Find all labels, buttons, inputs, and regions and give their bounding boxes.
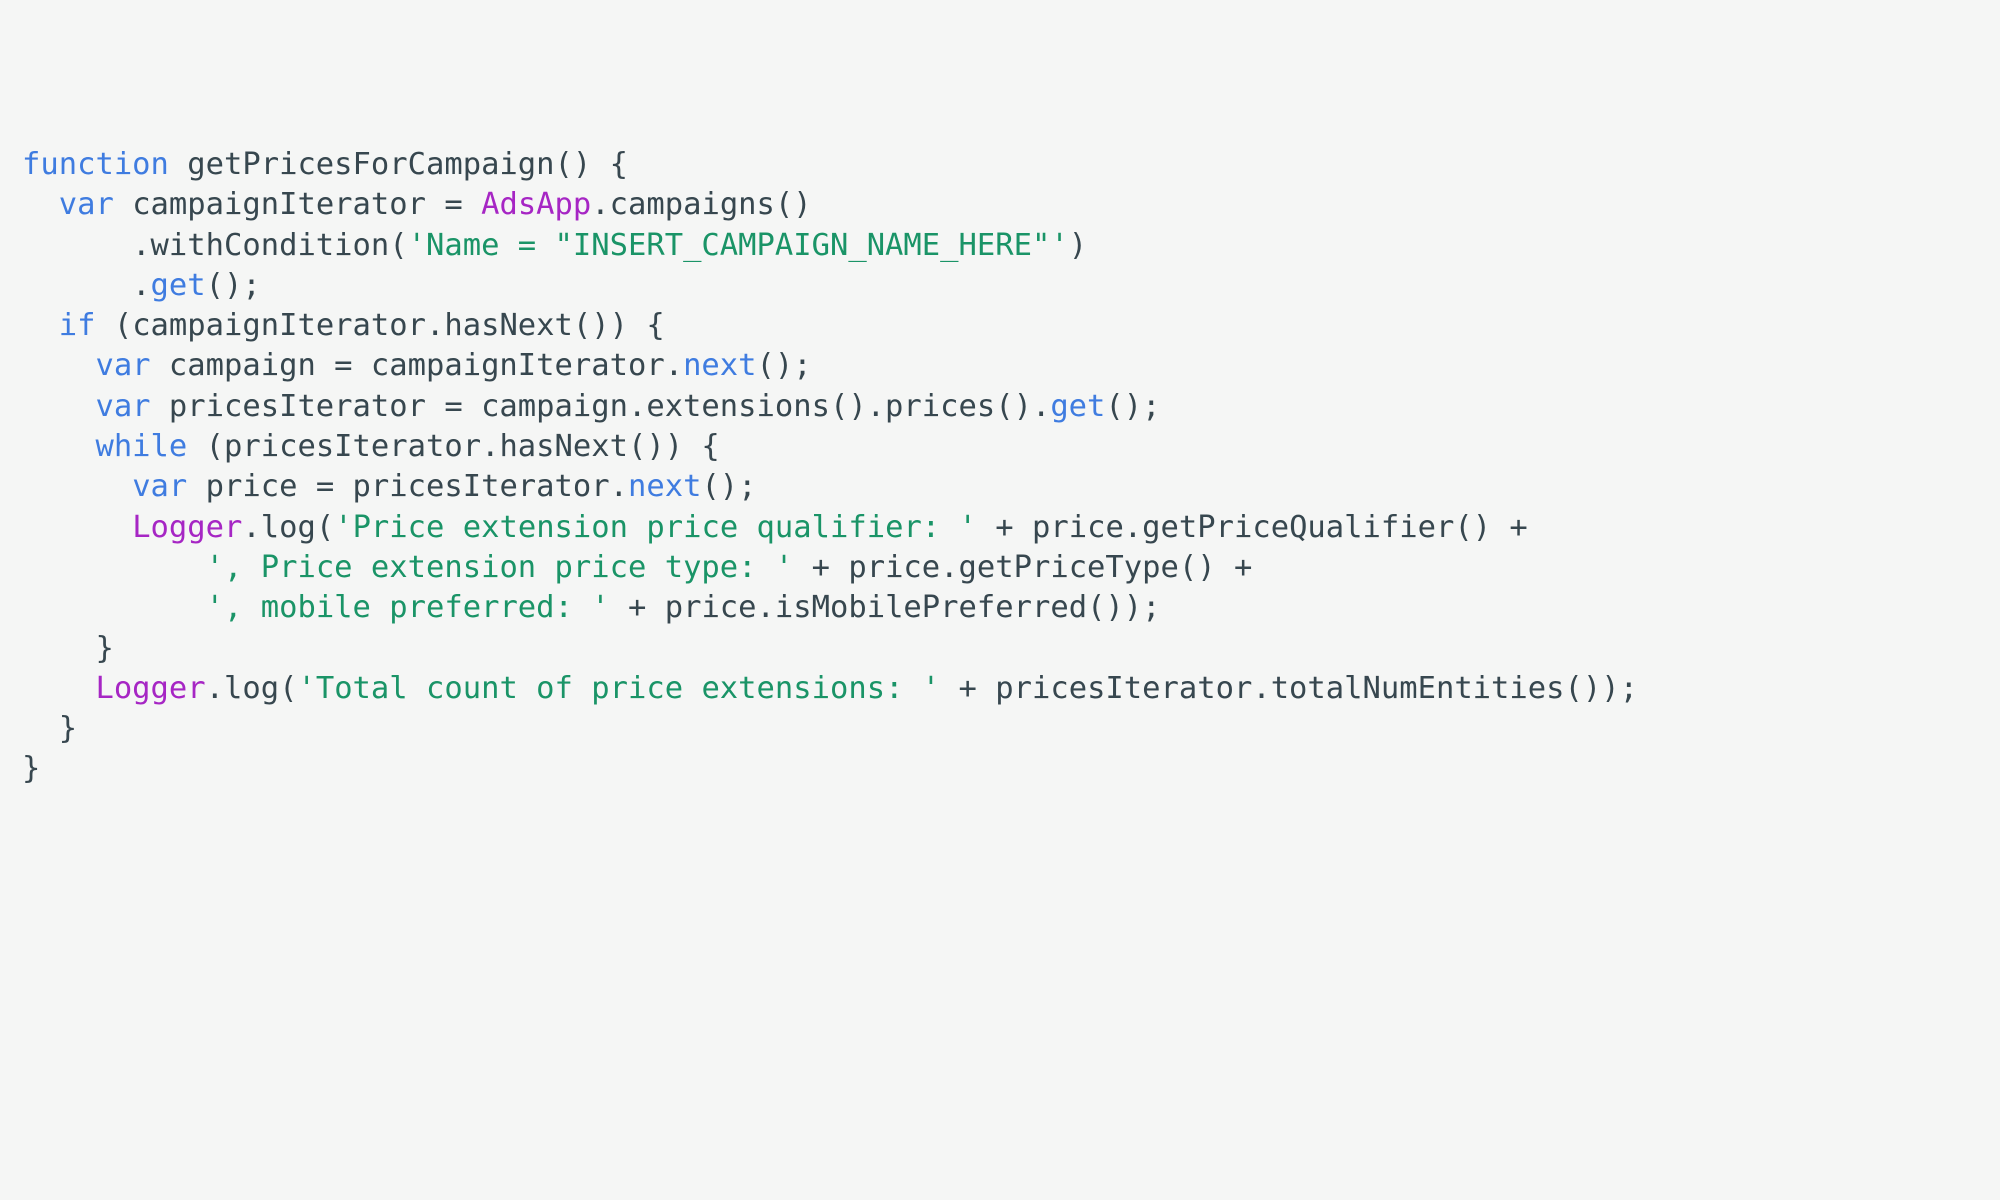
code-token: } (22, 751, 41, 787)
code-token: next (683, 348, 757, 384)
code-token: var (58, 187, 114, 223)
code-line: Logger.log('Total count of price extensi… (22, 669, 2000, 709)
code-token: .log( (242, 509, 335, 545)
code-token: (pricesIterator.hasNext()) { (187, 429, 720, 465)
code-line: ', Price extension price type: ' + price… (22, 548, 2000, 588)
code-token: Logger (132, 509, 243, 545)
code-token: get (1050, 388, 1106, 424)
code-line: .withCondition('Name = "INSERT_CAMPAIGN_… (22, 226, 2000, 266)
code-token: ', mobile preferred: ' (205, 590, 610, 626)
code-token: (); (205, 267, 261, 303)
code-line: var price = pricesIterator.next(); (22, 467, 2000, 507)
code-token: (); (1105, 388, 1161, 424)
code-token: while (95, 429, 188, 465)
code-token: + price.isMobilePreferred()); (609, 590, 1161, 626)
code-token: campaignIterator = (113, 187, 482, 223)
code-line: if (campaignIterator.hasNext()) { (22, 306, 2000, 346)
code-token: var (95, 348, 151, 384)
code-token: 'Price extension price qualifier: ' (334, 509, 977, 545)
code-token: Logger (95, 670, 206, 706)
code-token: var (95, 388, 151, 424)
code-token: (); (756, 348, 812, 384)
code-token: ', Price extension price type: ' (205, 549, 794, 585)
code-token: getPricesForCampaign() { (168, 147, 628, 182)
code-content[interactable]: function getPricesForCampaign() { var ca… (22, 145, 2000, 790)
code-line: var pricesIterator = campaign.extensions… (22, 387, 2000, 427)
code-line: var campaign = campaignIterator.next(); (22, 346, 2000, 386)
code-token: AdsApp (481, 187, 592, 223)
code-token: (campaignIterator.hasNext()) { (95, 308, 665, 344)
code-line: } (22, 629, 2000, 669)
code-token: campaign = campaignIterator. (150, 348, 684, 384)
code-block: function getPricesForCampaign() { var ca… (0, 0, 2000, 1200)
code-token: .withCondition( (22, 227, 408, 263)
code-token: } (22, 711, 78, 747)
code-line: Logger.log('Price extension price qualif… (22, 508, 2000, 548)
code-line: function getPricesForCampaign() { (22, 145, 2000, 185)
code-token: ) (1068, 227, 1088, 263)
code-line: } (22, 749, 2000, 789)
code-token: . (22, 267, 151, 303)
code-token: 'Total count of price extensions: ' (297, 670, 941, 706)
code-token: function (22, 147, 169, 182)
code-token: pricesIterator = campaign.extensions().p… (150, 388, 1051, 424)
code-token: (); (701, 469, 757, 505)
code-token: var (132, 469, 188, 505)
code-token: 'Name = "INSERT_CAMPAIGN_NAME_HERE"' (407, 227, 1069, 263)
code-token: .campaigns() (591, 187, 812, 223)
code-token: } (22, 630, 114, 666)
code-token: + price.getPriceType() + (793, 549, 1253, 585)
code-token: price = pricesIterator. (187, 469, 628, 505)
code-line: while (pricesIterator.hasNext()) { (22, 427, 2000, 467)
code-line: .get(); (22, 266, 2000, 306)
code-token: if (58, 308, 96, 344)
code-token: next (627, 469, 702, 505)
code-token: + price.getPriceQualifier() + (976, 509, 1528, 545)
code-line: } (22, 709, 2000, 749)
code-token: + pricesIterator.totalNumEntities()); (940, 670, 1638, 706)
code-line: ', mobile preferred: ' + price.isMobileP… (22, 588, 2000, 628)
code-token: get (150, 267, 206, 303)
code-line: var campaignIterator = AdsApp.campaigns(… (22, 185, 2000, 225)
code-token: .log( (205, 670, 298, 706)
